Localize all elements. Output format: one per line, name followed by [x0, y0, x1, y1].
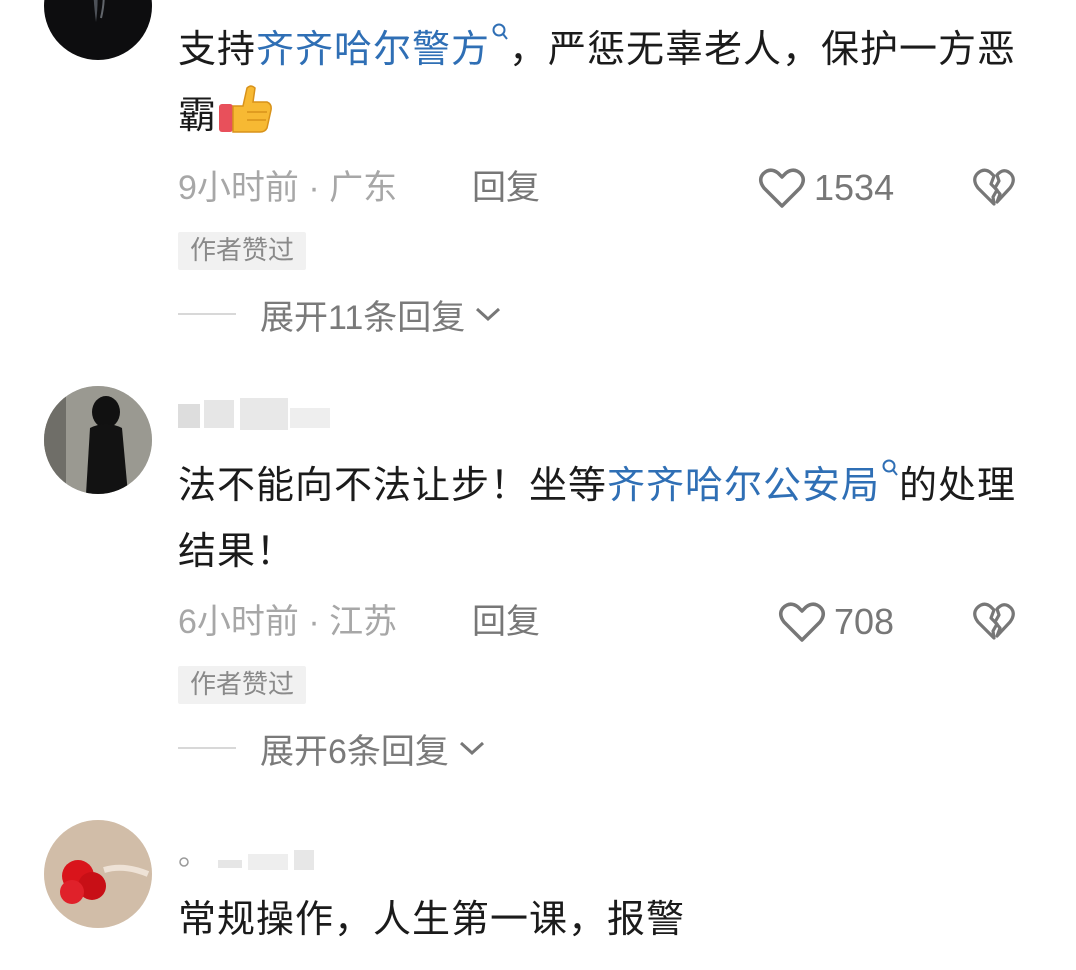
topic-link-label: 齐齐哈尔警方 — [256, 27, 491, 71]
like-button[interactable]: 1534 — [758, 164, 894, 212]
topic-link[interactable]: 齐齐哈尔警方 — [256, 23, 509, 71]
expand-replies-label: 展开6条回复 — [260, 732, 449, 771]
reply-button[interactable]: 回复 — [472, 598, 540, 646]
search-icon — [882, 459, 898, 476]
comment-item-1: 支持齐齐哈尔警方 ，严惩无辜老人，保护一方恶霸 9小时前 · 广东 回复 1534… — [0, 0, 1076, 360]
like-count: 1534 — [814, 167, 895, 208]
comment-text-pre: 法不能向不法让步！坐等 — [178, 463, 608, 507]
broken-heart-icon[interactable] — [972, 166, 1016, 210]
author-liked-badge: 作者赞过 — [178, 666, 307, 704]
comment-item-2: 法不能向不法让步！坐等齐齐哈尔公安局 的处理结果！ 6小时前 · 江苏 回复 70… — [0, 386, 1076, 786]
username-blurred[interactable] — [178, 394, 338, 434]
avatar[interactable] — [44, 820, 152, 928]
expand-replies-button[interactable]: 展开6条回复 — [178, 724, 487, 772]
comment-text: 常规操作，人生第一课，报警 — [178, 886, 1038, 952]
topic-link-label: 齐齐哈尔公安局 — [607, 463, 881, 507]
comment-text: 法不能向不法让步！坐等齐齐哈尔公安局 的处理结果！ — [178, 452, 1038, 584]
reply-button[interactable]: 回复 — [472, 164, 540, 212]
expand-replies-label: 展开11条回复 — [260, 298, 466, 337]
username-blurred[interactable] — [178, 842, 338, 882]
comment-item-3: 常规操作，人生第一课，报警 — [0, 820, 1076, 970]
comment-meta: 9小时前 · 广东 回复 1534 — [178, 164, 1038, 212]
chevron-down-icon — [459, 741, 484, 756]
like-button[interactable]: 708 — [778, 598, 894, 646]
comment-text-pre: 支持 — [178, 27, 257, 71]
comment-text-pre: 常规操作，人生第一课，报警 — [178, 897, 686, 941]
broken-heart-icon[interactable] — [972, 600, 1016, 644]
comment-meta: 6小时前 · 江苏 回复 708 — [178, 598, 1038, 646]
time-location: 6小时前 · 江苏 — [178, 603, 398, 641]
search-icon — [492, 23, 508, 40]
avatar[interactable] — [44, 0, 152, 60]
topic-link[interactable]: 齐齐哈尔公安局 — [607, 459, 899, 507]
expand-replies-button[interactable]: 展开11条回复 — [178, 290, 503, 338]
divider-line — [178, 747, 236, 749]
chevron-down-icon — [476, 307, 501, 322]
like-count: 708 — [834, 601, 895, 642]
author-liked-badge: 作者赞过 — [178, 232, 307, 270]
comment-text: 支持齐齐哈尔警方 ，严惩无辜老人，保护一方恶霸 — [178, 16, 1038, 148]
time-location: 9小时前 · 广东 — [178, 169, 398, 207]
divider-line — [178, 313, 236, 315]
heart-outline-icon — [779, 602, 825, 642]
heart-outline-icon — [759, 168, 805, 208]
thumbs-up-emoji — [219, 85, 272, 133]
avatar[interactable] — [44, 386, 152, 494]
